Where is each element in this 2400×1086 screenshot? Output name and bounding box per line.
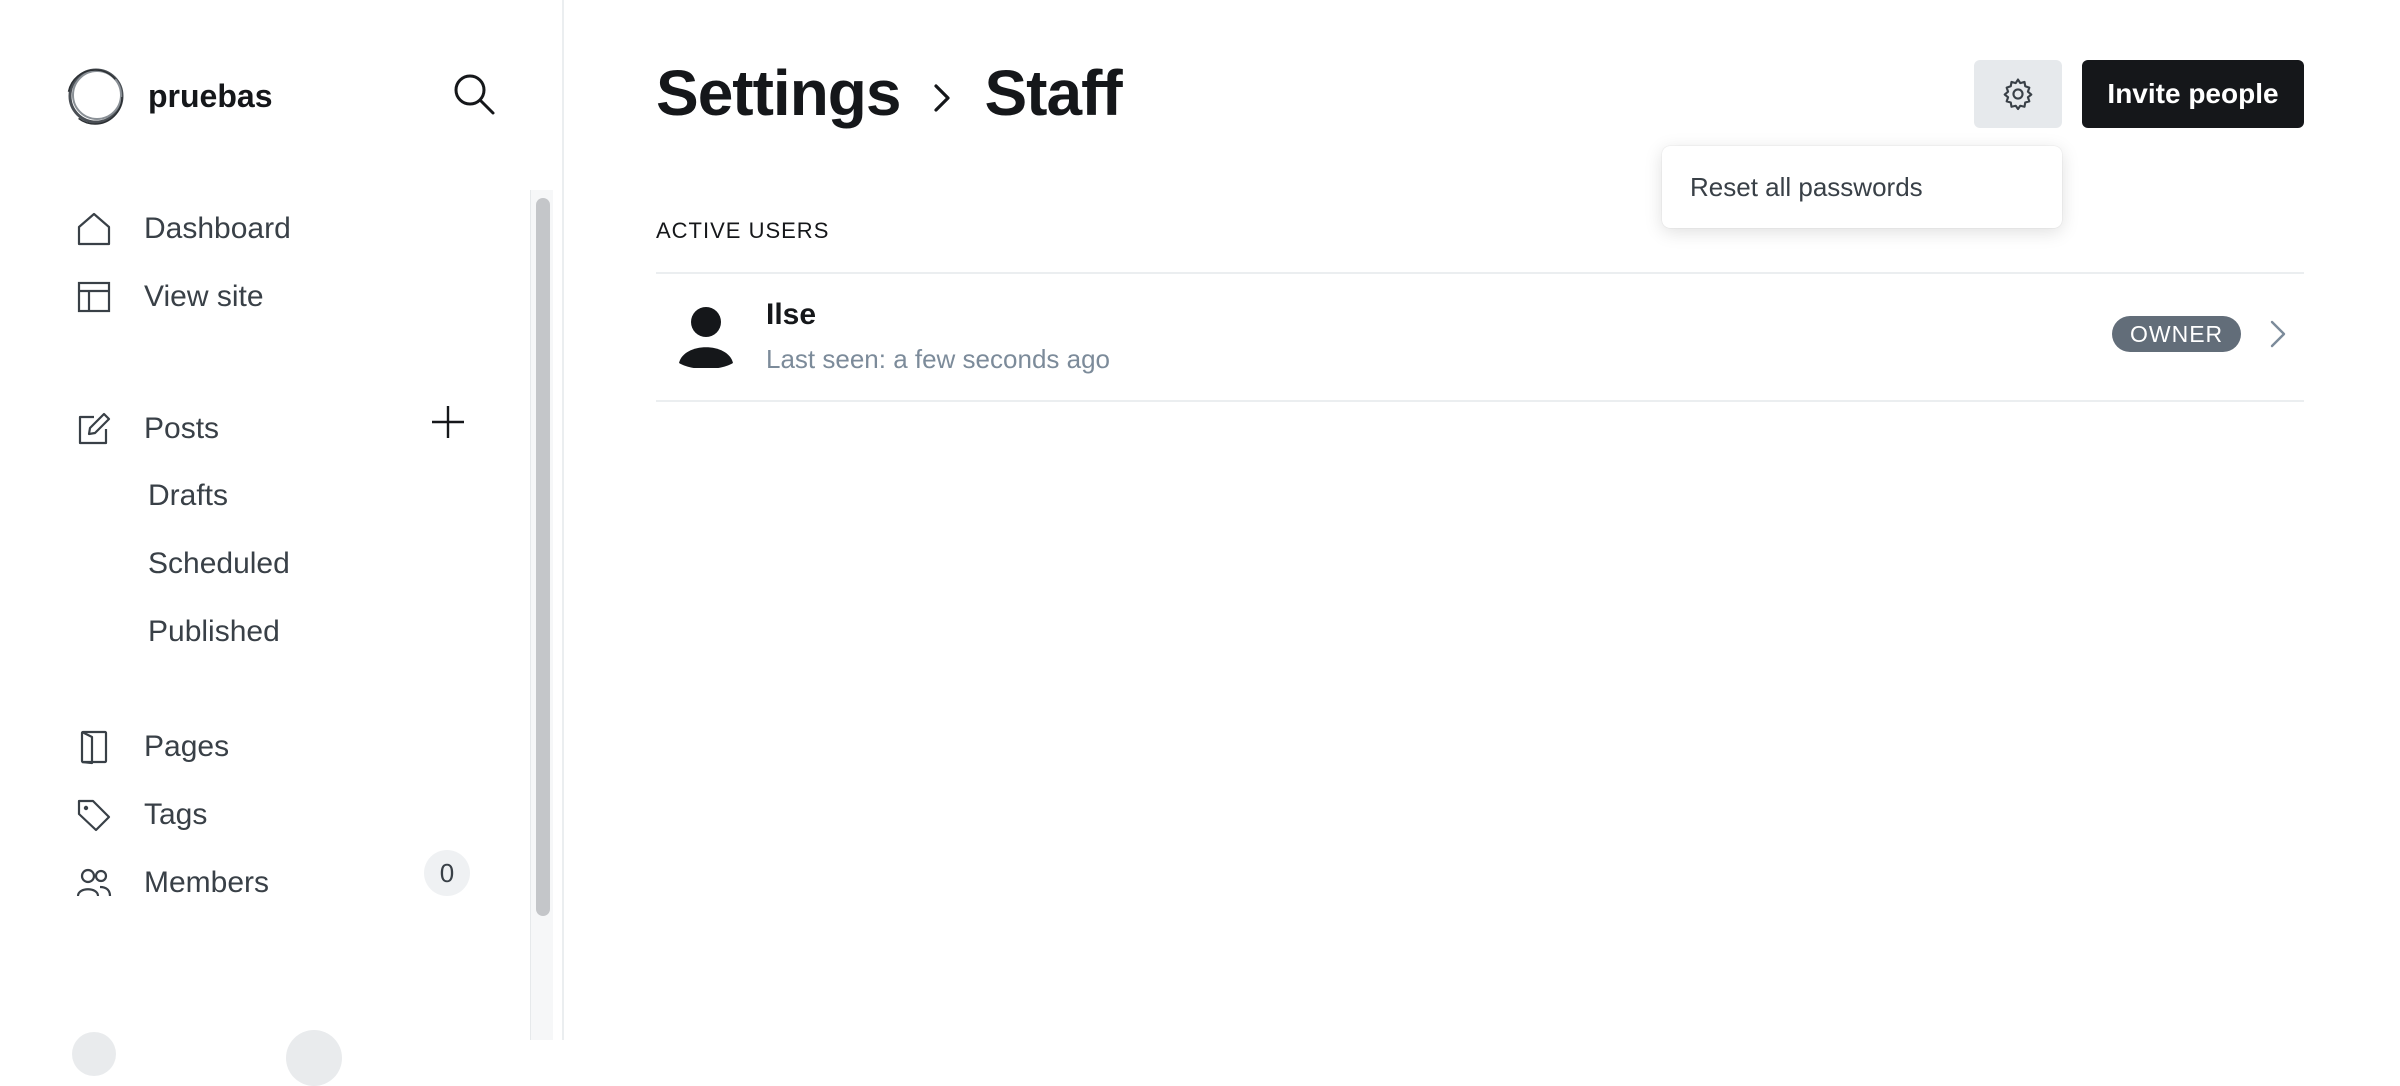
site-brand[interactable]: pruebas [66, 66, 272, 126]
sidebar-item-label: View site [144, 280, 264, 313]
edit-icon [76, 411, 112, 447]
settings-dropdown-menu: Reset all passwords [1662, 146, 2062, 228]
chevron-right-icon [2270, 320, 2286, 348]
sidebar-item-label: Pages [144, 730, 230, 763]
page-title: Staff [984, 57, 1122, 129]
sidebar-item-label: Tags [144, 798, 208, 831]
ring-logo-icon [67, 68, 124, 125]
reset-all-passwords-menu-item[interactable]: Reset all passwords [1690, 172, 1923, 203]
help-button[interactable] [286, 1030, 342, 1086]
site-name: pruebas [148, 77, 273, 114]
sidebar-item-label: Members [144, 866, 270, 899]
role-badge: OWNER [2112, 316, 2242, 352]
sidebar-scrollbar-thumb[interactable] [536, 198, 550, 916]
sidebar-item-label: Posts [144, 412, 220, 445]
members-count-badge: 0 [424, 850, 470, 896]
settings-menu-button[interactable] [1974, 60, 2062, 128]
layout-icon [76, 279, 112, 315]
user-name: Ilse [766, 298, 817, 331]
sidebar-item-label: Dashboard [144, 212, 291, 245]
sidebar-subitem-drafts[interactable]: Drafts [148, 474, 228, 518]
divider [656, 400, 2304, 402]
sidebar-item-members[interactable]: Members [76, 858, 269, 908]
breadcrumb: Settings Staff [656, 56, 1123, 130]
chevron-right-icon [934, 84, 951, 112]
user-last-seen: Last seen: a few seconds ago [766, 344, 1111, 374]
sidebar-item-dashboard[interactable]: Dashboard [76, 204, 291, 254]
users-icon [76, 865, 112, 901]
person-icon [679, 307, 733, 368]
invite-people-button[interactable]: Invite people [2082, 60, 2304, 128]
section-title-active-users: ACTIVE USERS [656, 218, 830, 243]
gear-icon [2003, 78, 2033, 111]
sidebar-item-posts[interactable]: Posts [76, 404, 219, 454]
sidebar-item-tags[interactable]: Tags [76, 790, 207, 840]
plus-icon[interactable] [430, 404, 466, 440]
user-menu-avatar[interactable] [72, 1032, 116, 1076]
sidebar-item-pages[interactable]: Pages [76, 722, 229, 772]
table-row[interactable]: Ilse Last seen: a few seconds ago OWNER [656, 272, 2304, 400]
home-icon [76, 211, 112, 247]
breadcrumb-settings-link[interactable]: Settings [656, 56, 901, 130]
search-icon[interactable] [452, 72, 496, 116]
sidebar-subitem-scheduled[interactable]: Scheduled [148, 542, 290, 586]
tag-icon [76, 797, 112, 833]
sidebar: pruebas Dashboard View site Posts Drafts… [0, 0, 564, 1086]
sidebar-subitem-published[interactable]: Published [148, 610, 280, 654]
page-icon [76, 729, 112, 765]
sidebar-item-view-site[interactable]: View site [76, 272, 264, 322]
